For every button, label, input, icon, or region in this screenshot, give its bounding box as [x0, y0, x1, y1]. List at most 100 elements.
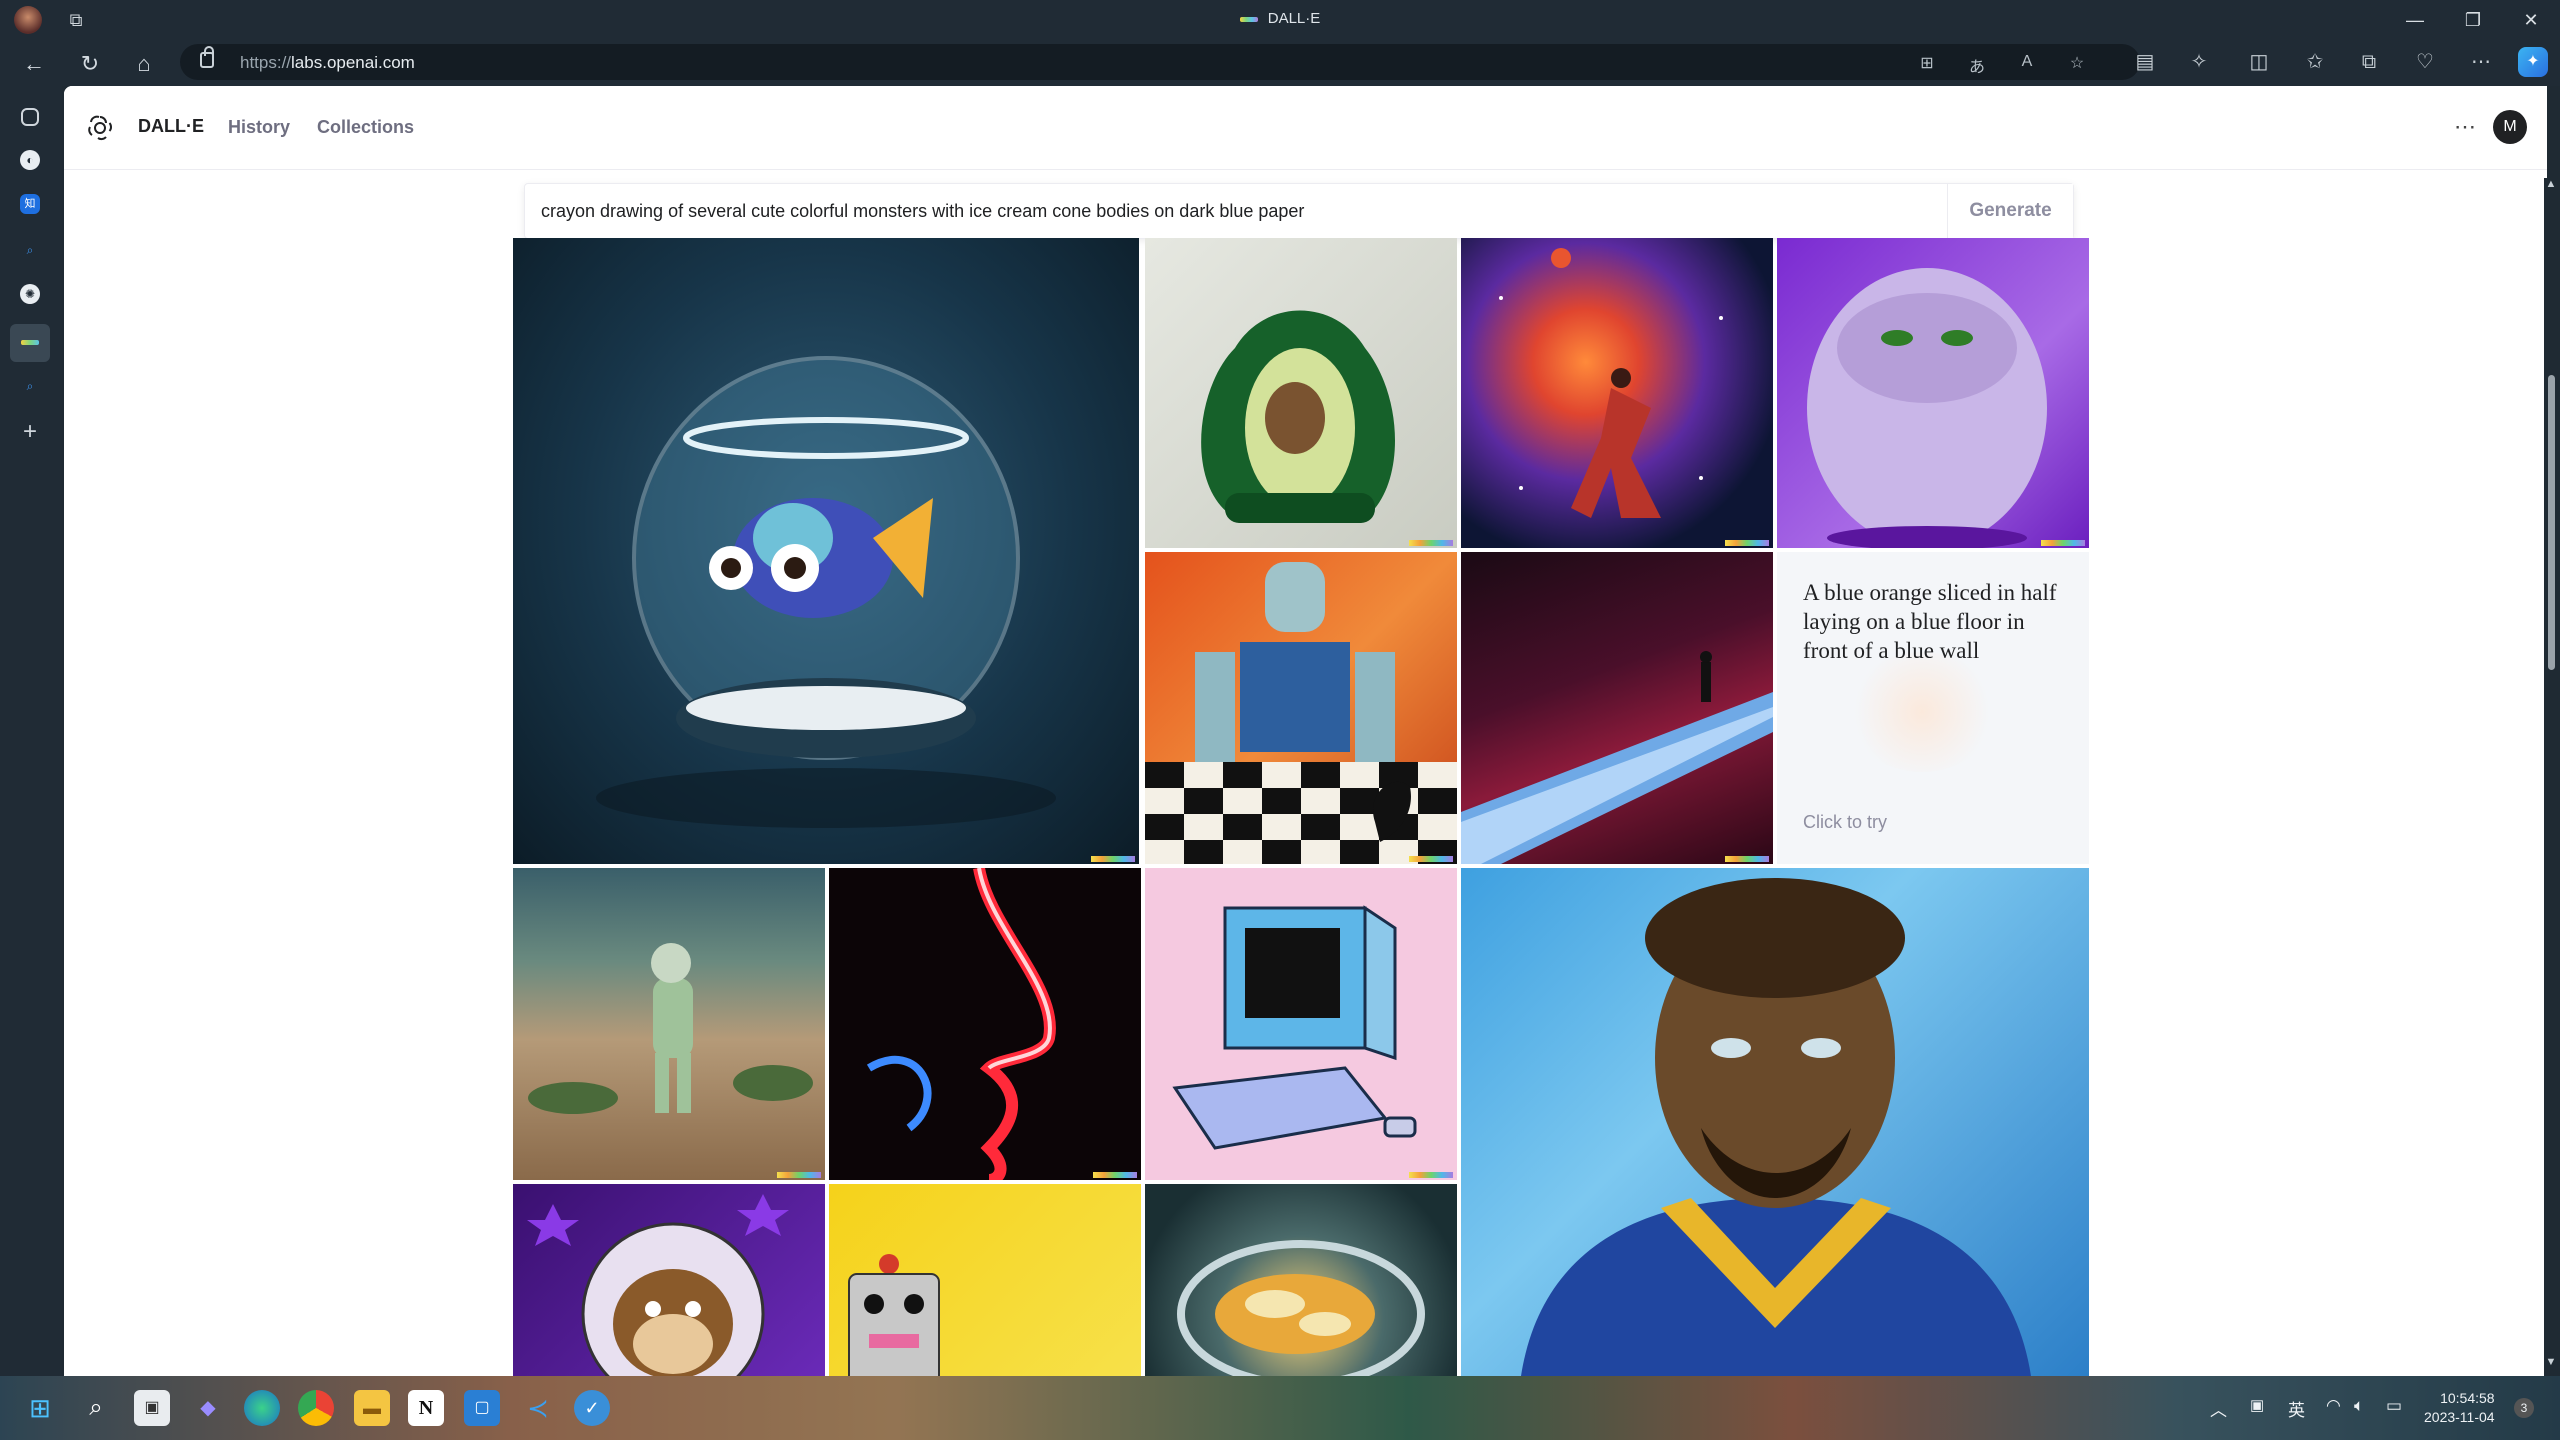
app-v-icon[interactable]: ✓ [574, 1390, 610, 1426]
windows-start-icon[interactable]: ⊞ [22, 1390, 58, 1426]
split-screen-icon[interactable]: ◫ [2244, 47, 2274, 77]
generate-button[interactable]: Generate [1947, 184, 2073, 238]
silhouette-wave-illustration [1461, 651, 1773, 864]
avocado-chair-illustration [1201, 310, 1395, 523]
chrome-icon[interactable] [298, 1390, 334, 1426]
toy-robot-illustration [848, 1254, 940, 1376]
dalle-favicon-icon [21, 340, 39, 345]
fishbowl-illustration [596, 356, 1056, 828]
astronaut-desert-illustration [528, 943, 813, 1114]
url-text[interactable]: https://labs.openai.com [240, 53, 415, 73]
purple-monster-illustration [1807, 268, 2047, 548]
restore-icon[interactable]: ❐ [2444, 0, 2502, 40]
user-avatar[interactable]: M [2493, 110, 2527, 144]
tray-overflow-chevron-icon[interactable]: ︿ [2210, 1396, 2227, 1421]
gallery-image-retro-computer[interactable] [1145, 868, 1457, 1180]
faded-orange-image [1847, 652, 1997, 772]
notion-icon[interactable]: N [408, 1390, 444, 1426]
collections-icon[interactable]: ⧉ [2354, 47, 2384, 77]
edge-icon[interactable] [244, 1390, 280, 1426]
gallery-image-purple-monster[interactable] [1777, 238, 2089, 548]
clock-time: 10:54:58 [2440, 1390, 2495, 1406]
new-tab-plus-icon[interactable]: + [20, 420, 40, 444]
clock-date: 2023-11-04 [2424, 1409, 2495, 1425]
scroll-up-icon[interactable]: ▲ [2544, 178, 2558, 192]
tab-favicon-search-icon-2[interactable]: ⌕ [20, 376, 40, 396]
tab-favicon-openai[interactable]: ✺ [20, 284, 40, 304]
settings-more-icon[interactable]: ⋯ [2466, 47, 2496, 77]
gallery-image-avocado-chair[interactable] [1145, 238, 1457, 548]
copilot-taskbar-icon[interactable]: ◆ [190, 1390, 226, 1426]
dalle-signature-strip [1409, 540, 1453, 546]
windows-taskbar: ⊞ ⌕ ▣ ◆ ▬ N ▢ ≺ ✓ ︿ ▣ 英 ◠ 🔈︎ ▭ 10:54:58 … [0, 1376, 2560, 1440]
favorite-star-icon[interactable]: ☆ [2066, 53, 2088, 73]
lock-icon[interactable] [200, 46, 214, 68]
scrollbar-thumb[interactable] [2548, 375, 2555, 670]
gallery-image-robot-chess[interactable] [1145, 552, 1457, 864]
tab-favicon-globe[interactable]: ◐ [20, 150, 40, 170]
gallery-image-teacup-clouds[interactable] [1145, 1184, 1457, 1376]
task-view-icon[interactable]: ▣ [134, 1390, 170, 1426]
extension-doc-icon[interactable]: ▤ [2130, 47, 2160, 77]
system-clock[interactable]: 10:54:58 2023-11-04 [2424, 1389, 2495, 1427]
webpage: DALL·E History Collections ⋯ M Generate [64, 86, 2547, 1376]
home-icon[interactable]: ⌂ [128, 48, 160, 80]
gallery-image-fishbowl[interactable] [513, 238, 1139, 864]
copilot-icon[interactable]: ✦ [2518, 47, 2548, 77]
brand-title[interactable]: DALL·E [138, 116, 204, 137]
back-icon[interactable]: ← [18, 48, 50, 80]
cosmic-explosion-illustration [1499, 248, 1723, 518]
gallery-image-neon-face[interactable] [829, 868, 1141, 1180]
prompt-input[interactable] [541, 184, 1841, 238]
tryout-prompt-card[interactable]: A blue orange sliced in half laying on a… [1777, 552, 2089, 864]
url-host: labs.openai.com [291, 53, 415, 72]
browser-essentials-icon[interactable]: ♡ [2410, 47, 2440, 77]
tab-favicon-search-icon[interactable]: ⌕ [20, 240, 40, 260]
volume-icon[interactable]: 🔈︎ [2354, 1396, 2364, 1416]
gallery-image-toy-robot[interactable] [829, 1184, 1141, 1376]
notification-badge[interactable]: 3 [2514, 1398, 2534, 1418]
tray-app-icon[interactable]: ▣ [2250, 1396, 2264, 1414]
file-explorer-icon[interactable]: ▬ [354, 1390, 390, 1426]
scroll-down-icon[interactable]: ▼ [2544, 1356, 2558, 1370]
neon-face-illustration [866, 868, 1056, 1180]
gallery-image-silhouette-wave[interactable] [1461, 552, 1773, 864]
search-icon[interactable]: ⌕ [78, 1390, 114, 1426]
favorites-icon[interactable]: ✩ [2300, 47, 2330, 77]
close-icon[interactable]: ✕ [2502, 0, 2560, 40]
refresh-icon[interactable]: ↻ [74, 48, 106, 80]
app-available-icon[interactable]: ⊞ [1916, 53, 1938, 73]
read-aloud-icon[interactable]: A [2016, 53, 2038, 73]
extensions-icon[interactable]: ✧ [2184, 47, 2214, 77]
wifi-icon[interactable]: ◠ [2326, 1396, 2341, 1416]
gallery-image-astronaut-desert[interactable] [513, 868, 825, 1180]
nav-history[interactable]: History [228, 117, 290, 138]
page-scrollbar[interactable] [2544, 178, 2556, 1376]
minimize-icon[interactable]: — [2386, 0, 2444, 40]
nav-collections[interactable]: Collections [317, 117, 414, 138]
gallery-image-football-portrait[interactable] [1461, 868, 2089, 1376]
gallery-image-cosmic-explosion[interactable] [1461, 238, 1773, 548]
football-portrait-illustration [1521, 878, 2031, 1376]
ime-indicator[interactable]: 英 [2288, 1396, 2305, 1421]
dalle-signature-strip [1725, 856, 1769, 862]
retro-computer-illustration [1172, 905, 1417, 1150]
more-options-icon[interactable]: ⋯ [2454, 114, 2477, 140]
window-title: DALL·E [0, 10, 2560, 27]
address-bar[interactable]: https://labs.openai.com ⊞ あ A ☆ [180, 44, 2140, 80]
gallery-image-monkey-astronaut[interactable] [513, 1184, 825, 1376]
battery-icon[interactable]: ▭ [2386, 1396, 2402, 1416]
url-protocol: https:// [240, 53, 292, 72]
remote-desktop-icon[interactable]: ▢ [464, 1390, 500, 1426]
translate-icon[interactable]: あ [1966, 53, 1988, 76]
browser-title-bar: ⧉ DALL·E — ❐ ✕ [0, 0, 2560, 40]
dalle-signature-strip [1091, 856, 1135, 862]
tab-favicon-dalle-active[interactable] [10, 324, 50, 362]
vertical-tabs-sidebar: ◐ 知 ⌕ ✺ ⌕ + [0, 86, 62, 1376]
openai-logo-icon[interactable] [86, 114, 114, 142]
click-to-try-label[interactable]: Click to try [1803, 812, 1887, 833]
tab-favicon-zhihu[interactable]: 知 [20, 194, 40, 214]
dalle-signature-strip [2041, 540, 2085, 546]
tab-actions-icon[interactable] [21, 108, 39, 126]
vscode-icon[interactable]: ≺ [520, 1390, 556, 1426]
